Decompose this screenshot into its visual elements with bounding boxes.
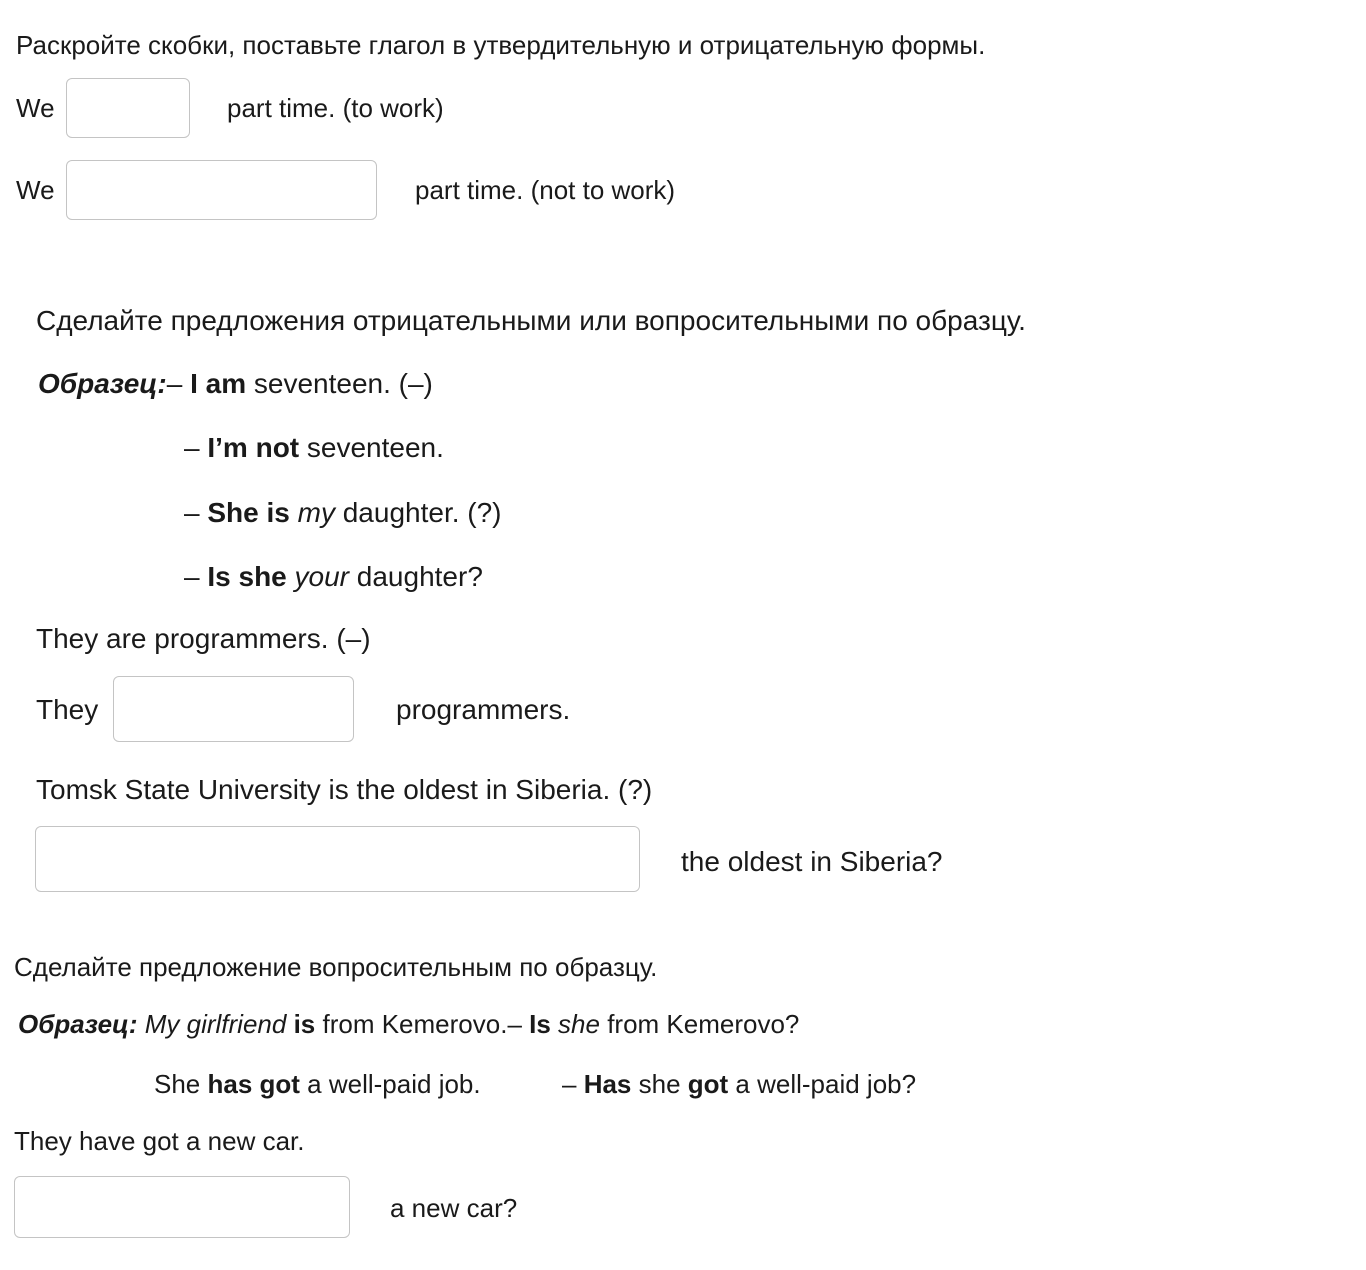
bold-text: I’m not bbox=[207, 432, 300, 463]
italic-text: your bbox=[294, 561, 349, 592]
instruction-3: Сделайте предложение вопросительным по о… bbox=[14, 952, 658, 982]
task-1-sentence: They are programmers. (–) bbox=[36, 623, 371, 654]
q1-suffix: part time. (to work) bbox=[227, 93, 444, 123]
task-2-suffix: the oldest in Siberia? bbox=[681, 846, 943, 877]
italic-text: My girlfriend bbox=[144, 1009, 287, 1039]
bold-text: Has bbox=[583, 1069, 632, 1099]
q2-prefix: We bbox=[16, 175, 55, 205]
instruction-2: Сделайте предложения отрицательными или … bbox=[36, 305, 1026, 336]
task-3-answer-input[interactable] bbox=[14, 1176, 350, 1238]
dash: – bbox=[562, 1069, 584, 1099]
task-1-suffix: programmers. bbox=[396, 694, 571, 725]
sample-3-line-2-right: – Has she got a well-paid job? bbox=[562, 1068, 916, 1100]
italic-text: she bbox=[558, 1009, 600, 1039]
text: a well-paid job. bbox=[299, 1069, 481, 1099]
dash: – bbox=[184, 432, 208, 463]
text: daughter. (?) bbox=[334, 497, 502, 528]
text: she bbox=[631, 1069, 688, 1099]
bold-text: is bbox=[293, 1009, 316, 1039]
task-1-prefix: They bbox=[36, 694, 99, 725]
task-2-answer-input[interactable] bbox=[35, 826, 640, 892]
sample-label: Образец: bbox=[18, 1009, 138, 1039]
task-1-answer-input[interactable] bbox=[113, 676, 354, 742]
bold-text: Is she bbox=[207, 561, 287, 592]
task-3-suffix: a new car? bbox=[390, 1193, 518, 1223]
dash: – bbox=[507, 1009, 530, 1039]
sample-3-line-2-left: She has got a well-paid job. bbox=[154, 1068, 481, 1100]
italic-text: my bbox=[297, 497, 335, 528]
sample-3-line-1: Образец: My girlfriend is from Kemerovo.… bbox=[18, 1008, 799, 1040]
q1-prefix: We bbox=[16, 93, 55, 123]
instruction-1: Раскройте скобки, поставьте глагол в утв… bbox=[16, 30, 986, 60]
text: from Kemerovo? bbox=[599, 1009, 800, 1039]
sample-2-line-4: – Is she your daughter? bbox=[184, 560, 483, 594]
q2-answer-input[interactable] bbox=[66, 160, 377, 220]
text: She bbox=[154, 1069, 208, 1099]
task-3-sentence: They have got a new car. bbox=[14, 1126, 305, 1156]
task-2-sentence: Tomsk State University is the oldest in … bbox=[36, 774, 653, 805]
text: from Kemerovo. bbox=[315, 1009, 508, 1039]
dash: – bbox=[166, 368, 191, 399]
bold-text: She is bbox=[207, 497, 290, 528]
text: seventeen. (–) bbox=[246, 368, 433, 399]
text: seventeen. bbox=[299, 432, 444, 463]
bold-text: Is bbox=[529, 1009, 551, 1039]
sample-2-line-1: Образец:– I am seventeen. (–) bbox=[38, 367, 433, 401]
dash: – bbox=[184, 561, 208, 592]
text: a well-paid job? bbox=[728, 1069, 917, 1099]
q1-answer-input[interactable] bbox=[66, 78, 190, 138]
dash: – bbox=[184, 497, 208, 528]
sample-2-line-3: – She is my daughter. (?) bbox=[184, 496, 502, 530]
q2-suffix: part time. (not to work) bbox=[415, 175, 676, 205]
bold-text: has got bbox=[207, 1069, 300, 1099]
bold-text: I am bbox=[190, 368, 247, 399]
text: daughter? bbox=[349, 561, 483, 592]
sample-label: Образец: bbox=[38, 368, 167, 399]
bold-text: got bbox=[687, 1069, 729, 1099]
sample-2-line-2: – I’m not seventeen. bbox=[184, 431, 444, 465]
